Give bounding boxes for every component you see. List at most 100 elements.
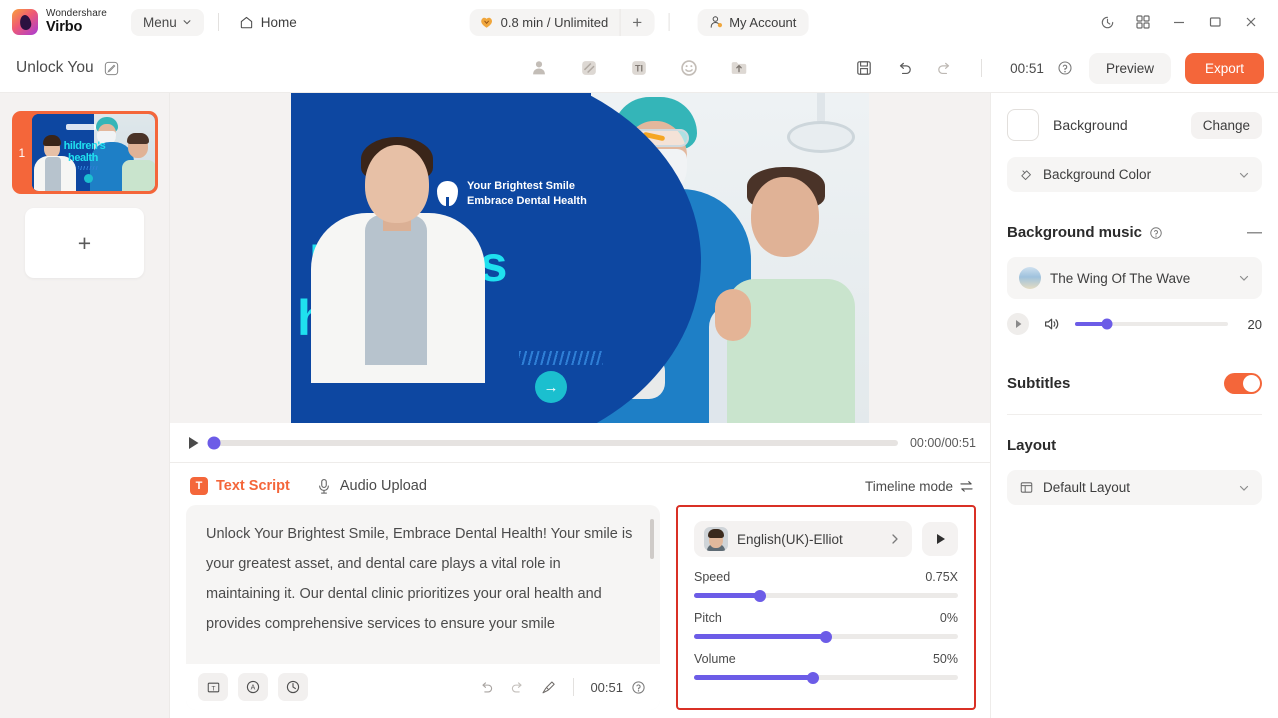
clear-broom-icon[interactable] xyxy=(540,679,557,696)
canvas-arrow-icon: → xyxy=(535,371,567,403)
home-icon xyxy=(239,15,254,30)
background-label: Background xyxy=(1053,117,1128,133)
collapse-music-section-icon[interactable]: — xyxy=(1247,225,1262,240)
avatar-tool-icon[interactable] xyxy=(524,55,554,81)
export-button[interactable]: Export xyxy=(1184,52,1264,84)
pitch-slider[interactable] xyxy=(694,630,958,643)
menu-button[interactable]: Menu xyxy=(130,8,204,36)
brand-product-name: Virbo xyxy=(46,18,83,35)
my-account-button[interactable]: My Account xyxy=(697,8,809,36)
music-volume-slider[interactable] xyxy=(1075,318,1228,330)
microphone-icon xyxy=(316,478,332,495)
redo-icon[interactable] xyxy=(927,53,961,83)
upload-tool-icon[interactable] xyxy=(724,55,754,81)
voice-select[interactable]: English(UK)-Elliot xyxy=(694,521,912,557)
music-help-icon[interactable] xyxy=(1149,226,1163,240)
scene-preview-image: hildren's health xyxy=(31,114,155,191)
music-track-dropdown[interactable]: The Wing Of The Wave xyxy=(1007,257,1262,299)
divider xyxy=(217,13,219,31)
subtitles-row: Subtitles xyxy=(1007,373,1262,394)
script-textarea[interactable]: Unlock Your Brightest Smile, Embrace Den… xyxy=(186,505,660,664)
volume-value: 50% xyxy=(932,652,958,666)
home-button-label: Home xyxy=(260,14,297,30)
my-account-label: My Account xyxy=(729,14,797,30)
divider xyxy=(573,678,575,696)
svg-text:A: A xyxy=(251,685,256,692)
layout-section-title: Layout xyxy=(1007,437,1057,454)
credits-label: 0.8 min / Unlimited xyxy=(500,14,609,30)
pause-insert-icon[interactable] xyxy=(278,673,308,701)
edit-title-icon[interactable] xyxy=(103,60,120,77)
music-play-button[interactable] xyxy=(1007,313,1029,335)
close-icon[interactable] xyxy=(1234,7,1268,37)
minimize-icon[interactable] xyxy=(1162,7,1196,37)
voice-preview-play-button[interactable] xyxy=(922,522,958,556)
script-redo-icon[interactable] xyxy=(509,679,526,696)
titlebar-center-group: 0.8 min / Unlimited + My Account xyxy=(469,8,809,36)
preview-button[interactable]: Preview xyxy=(1088,52,1171,84)
save-icon[interactable] xyxy=(847,53,881,83)
background-tool-icon[interactable] xyxy=(574,55,604,81)
divider xyxy=(981,59,983,77)
background-color-label: Background Color xyxy=(1043,167,1152,182)
scene-thumbnail-1[interactable]: 1 hildren's health xyxy=(11,111,158,194)
play-button[interactable] xyxy=(186,435,201,451)
help-icon[interactable] xyxy=(1053,53,1077,83)
tab-audio-upload-label: Audio Upload xyxy=(339,478,427,494)
home-button[interactable]: Home xyxy=(233,10,303,35)
add-scene-button[interactable]: + xyxy=(25,208,144,278)
script-scrollbar[interactable] xyxy=(650,519,654,559)
speed-slider[interactable] xyxy=(694,589,958,602)
playback-time: 00:00/00:51 xyxy=(909,435,976,450)
speed-slider-block: Speed 0.75X xyxy=(694,570,958,602)
divider xyxy=(668,13,670,31)
scenes-sidebar: 1 hildren's health + xyxy=(0,93,170,718)
video-canvas[interactable]: hildren's health → Your Brightest Smile … xyxy=(291,93,869,423)
heart-credit-icon xyxy=(480,16,494,29)
music-volume-value: 20 xyxy=(1247,316,1262,332)
color-fill-icon xyxy=(1019,167,1034,182)
history-icon[interactable] xyxy=(1090,7,1124,37)
avatar-presenter[interactable] xyxy=(291,93,521,423)
credits-button[interactable]: 0.8 min / Unlimited xyxy=(470,9,620,36)
subtitles-toggle[interactable] xyxy=(1224,373,1262,394)
voice-selector-row: English(UK)-Elliot xyxy=(694,521,958,557)
tab-text-script[interactable]: T Text Script xyxy=(190,477,290,495)
script-undo-icon[interactable] xyxy=(478,679,495,696)
grid-apps-icon[interactable] xyxy=(1126,7,1160,37)
text-box-icon[interactable]: T xyxy=(198,673,228,701)
music-cover-icon xyxy=(1019,267,1041,289)
background-swatch[interactable] xyxy=(1007,109,1039,141)
change-background-button[interactable]: Change xyxy=(1190,111,1262,139)
layout-value: Default Layout xyxy=(1043,480,1131,495)
speed-label: Speed xyxy=(694,570,731,584)
timeline-mode-toggle[interactable]: Timeline mode xyxy=(865,479,976,494)
scene-number: 1 xyxy=(18,145,26,160)
playback-progress-track[interactable] xyxy=(207,436,898,449)
playback-progress-knob[interactable] xyxy=(207,436,221,449)
background-color-dropdown[interactable]: Background Color xyxy=(1007,157,1262,192)
maximize-icon[interactable] xyxy=(1198,7,1232,37)
chevron-down-icon xyxy=(1238,482,1250,494)
switch-arrows-icon xyxy=(959,480,974,493)
tab-text-script-label: Text Script xyxy=(216,478,290,494)
user-account-icon xyxy=(709,15,723,29)
chevron-down-icon xyxy=(182,17,192,27)
add-credits-button[interactable]: + xyxy=(619,8,654,36)
script-row: Unlock Your Brightest Smile, Embrace Den… xyxy=(186,505,976,718)
volume-slider[interactable] xyxy=(694,671,958,684)
music-volume-row: 20 xyxy=(1007,313,1262,335)
background-music-title: Background music xyxy=(1007,224,1143,241)
text-tool-icon[interactable]: TI xyxy=(624,55,654,81)
tab-audio-upload[interactable]: Audio Upload xyxy=(316,478,427,495)
script-help-icon[interactable] xyxy=(631,680,646,695)
text-script-icon: T xyxy=(190,477,208,495)
sticker-tool-icon[interactable] xyxy=(674,55,704,81)
speaker-icon[interactable] xyxy=(1043,316,1061,332)
canvas-tools: TI xyxy=(524,55,754,81)
editor-body: 1 hildren's health + → Your Brightest Sm… xyxy=(0,93,1278,718)
layout-dropdown[interactable]: Default Layout xyxy=(1007,470,1262,505)
pronunciation-icon[interactable]: A xyxy=(238,673,268,701)
undo-icon[interactable] xyxy=(887,53,921,83)
script-tabs: T Text Script Audio Upload Timeline mode xyxy=(186,463,976,505)
